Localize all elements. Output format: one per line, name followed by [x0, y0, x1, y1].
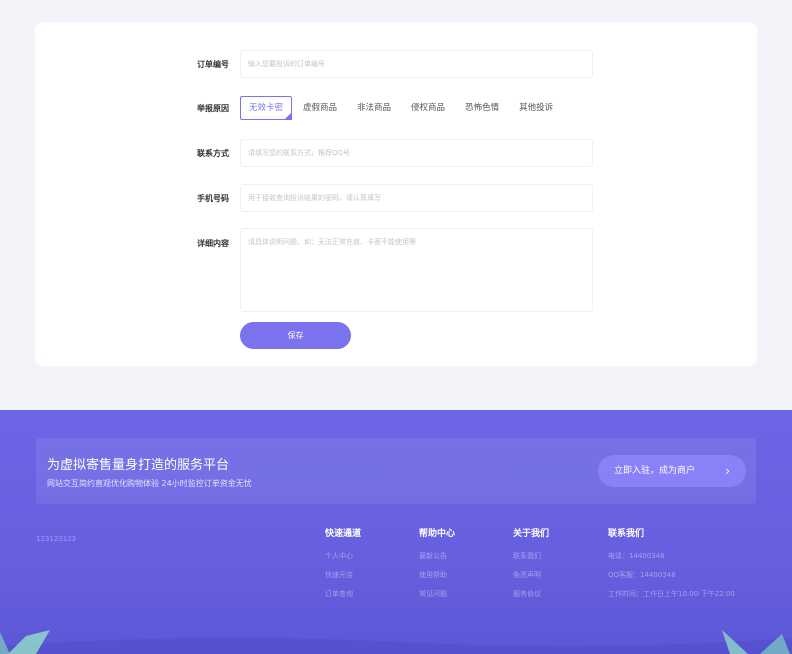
- reason-label: 举报原因: [197, 104, 229, 113]
- promo-banner: 为虚拟寄售量身打造的服务平台 网站交互简约直观优化购物体验 24小时监控订单资金…: [36, 438, 756, 504]
- reason-option-illegal[interactable]: 非法商品: [348, 96, 400, 120]
- join-merchant-label: 立即入驻，成为商户: [614, 466, 696, 476]
- contact-label: 联系方式: [197, 149, 229, 158]
- footer: 为虚拟寄售量身打造的服务平台 网站交互简约直观优化购物体验 24小时监控订单资金…: [0, 410, 792, 654]
- site-id: 123123123: [36, 535, 77, 543]
- footer-link[interactable]: 服务协议: [513, 589, 549, 608]
- footer-column-title: 帮助中心: [419, 529, 456, 539]
- footer-contact-qq: QQ客服：14400348: [608, 571, 676, 579]
- join-merchant-button[interactable]: 立即入驻，成为商户 ›: [598, 455, 746, 487]
- save-button[interactable]: 保存: [240, 322, 351, 349]
- phone-input[interactable]: 用于接收查询投诉结果的密码，请认真填写: [240, 184, 593, 212]
- footer-link[interactable]: 快速开店: [325, 570, 361, 589]
- phone-label: 手机号码: [197, 194, 229, 203]
- reason-option-fake[interactable]: 虚假商品: [294, 96, 346, 120]
- reason-option-other[interactable]: 其他投诉: [510, 96, 562, 120]
- contact-input[interactable]: 请填写您的联系方式，推荐QQ号: [240, 139, 593, 167]
- order-number-input[interactable]: 输入您要投诉的订单编号: [240, 50, 593, 78]
- footer-link[interactable]: 使用帮助: [419, 570, 455, 589]
- footer-wave-decoration: [0, 630, 792, 654]
- footer-column-quick: 快速通道 个人中心 快速开店 订单查询: [325, 526, 361, 608]
- complaint-form-card: 订单编号 输入您要投诉的订单编号 举报原因 无效卡密 虚假商品 非法商品 侵权商…: [35, 22, 757, 366]
- detail-textarea[interactable]: 请具体说明问题，如：无法正常充值、卡密不能使用等: [240, 228, 593, 312]
- footer-link[interactable]: 联系我们: [513, 551, 549, 570]
- footer-link[interactable]: 个人中心: [325, 551, 361, 570]
- reason-option-terror[interactable]: 恐怖色情: [456, 96, 508, 120]
- selected-corner-icon: [284, 112, 293, 120]
- banner-title: 为虚拟寄售量身打造的服务平台: [47, 458, 230, 473]
- footer-column-title: 联系我们: [608, 529, 645, 539]
- footer-contact-hours: 工作时间：工作日上午10:00-下午22:00: [608, 590, 735, 598]
- footer-contact-phone: 电话：14400348: [608, 552, 665, 560]
- reason-options: 无效卡密 虚假商品 非法商品 侵权商品 恐怖色情 其他投诉: [240, 96, 562, 120]
- footer-column-title: 快速通道: [325, 529, 362, 539]
- footer-link[interactable]: 订单查询: [325, 589, 361, 608]
- order-label: 订单编号: [197, 60, 229, 69]
- footer-column-title: 关于我们: [513, 529, 550, 539]
- reason-option-infringe[interactable]: 侵权商品: [402, 96, 454, 120]
- footer-link[interactable]: 最新公告: [419, 551, 455, 570]
- detail-label: 详细内容: [197, 239, 229, 248]
- footer-link[interactable]: 免责声明: [513, 570, 549, 589]
- banner-subtitle: 网站交互简约直观优化购物体验 24小时监控订单资金无忧: [47, 479, 252, 488]
- reason-option-invalid-card[interactable]: 无效卡密: [240, 96, 293, 120]
- chevron-right-icon: ›: [725, 464, 730, 478]
- footer-column-about: 关于我们 联系我们 免责声明 服务协议: [513, 526, 549, 608]
- footer-column-contact: 联系我们 电话：14400348 QQ客服：14400348 工作时间：工作日上…: [608, 526, 735, 608]
- footer-link[interactable]: 常见问题: [419, 589, 455, 608]
- footer-column-help: 帮助中心 最新公告 使用帮助 常见问题: [419, 526, 455, 608]
